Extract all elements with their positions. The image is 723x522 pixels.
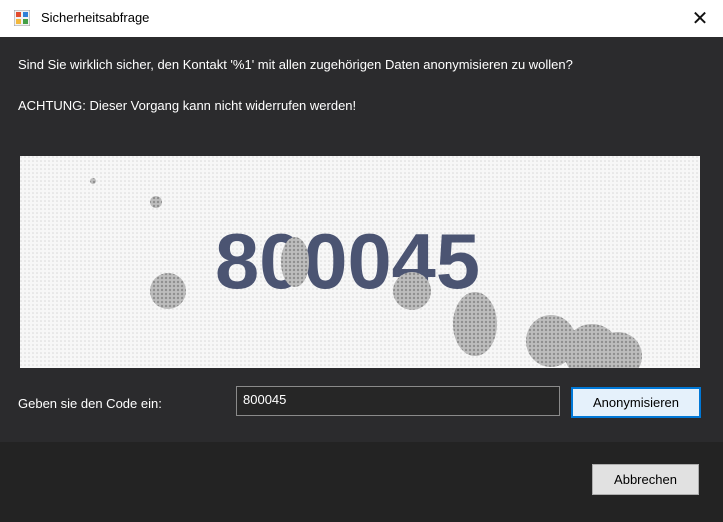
warning-text: ACHTUNG: Dieser Vorgang kann nicht wider… (18, 98, 357, 113)
captcha-image: 800045 (20, 156, 700, 368)
code-label: Geben sie den Code ein: (18, 396, 162, 411)
security-dialog: Sicherheitsabfrage ✕ Sind Sie wirklich s… (0, 0, 723, 522)
code-input[interactable]: 800045 (236, 386, 560, 416)
captcha-code-text: 800045 (215, 217, 480, 305)
app-window-icon (14, 10, 30, 26)
close-icon[interactable]: ✕ (677, 0, 723, 37)
confirmation-question: Sind Sie wirklich sicher, den Kontakt '%… (18, 57, 573, 72)
cancel-button[interactable]: Abbrechen (592, 464, 699, 495)
anonymize-button[interactable]: Anonymisieren (571, 387, 701, 418)
title-bar: Sicherheitsabfrage ✕ (0, 0, 723, 37)
window-title: Sicherheitsabfrage (41, 10, 150, 25)
